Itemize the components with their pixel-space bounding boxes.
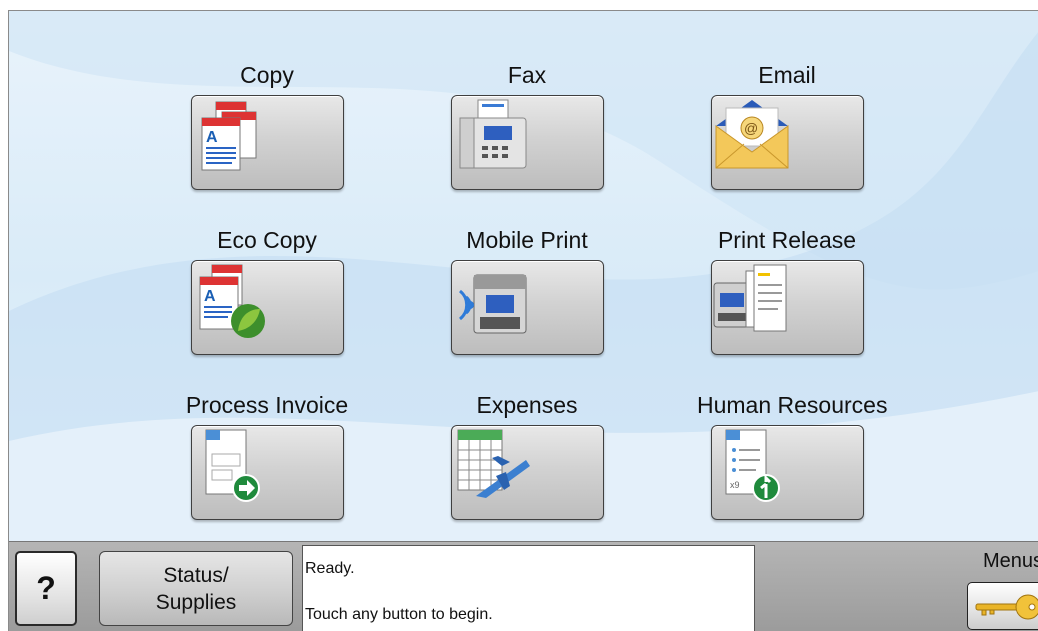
status-supplies-label-line2: Supplies [155, 590, 237, 614]
expenses-icon [457, 429, 530, 498]
print-release-button[interactable] [710, 260, 864, 355]
email-icon: @ [715, 100, 788, 169]
app-label-email: Email [758, 62, 816, 88]
status-message-ready: Ready. [305, 560, 355, 577]
process-invoice-icon [205, 429, 260, 502]
printer-home-screen: Copy A Fax Email @ Eco Copy A Mobile Pri… [8, 10, 1038, 631]
eco-copy-icon: A [199, 264, 265, 338]
app-label-eco-copy: Eco Copy [217, 227, 317, 253]
email-button[interactable]: @ [710, 95, 864, 190]
eco-copy-button[interactable]: A [190, 260, 344, 355]
mobile-print-icon [458, 274, 526, 334]
expenses-button[interactable] [450, 425, 604, 520]
bottom-bar: ? Status/ Supplies Ready. Touch any butt… [9, 541, 1038, 631]
app-label-print-release: Print Release [717, 227, 857, 253]
status-supplies-label-line1: Status/ [163, 563, 229, 587]
key-icon [975, 594, 1038, 620]
app-eco-copy: Eco Copy A [177, 226, 357, 355]
svg-text:A: A [204, 288, 216, 305]
fax-icon [459, 99, 526, 169]
app-label-fax: Fax [507, 62, 547, 88]
status-message-area: Ready. Touch any button to begin. [302, 545, 755, 631]
mobile-print-button[interactable] [450, 260, 604, 355]
human-resources-icon: x9 [725, 429, 780, 502]
svg-text:@: @ [744, 120, 758, 136]
app-copy: Copy A [177, 61, 357, 190]
menus-button[interactable] [967, 582, 1038, 630]
app-label-mobile-print: Mobile Print [466, 227, 588, 253]
menus-label: Menus [982, 550, 1038, 572]
app-mobile-print: Mobile Print [437, 226, 617, 355]
app-label-copy: Copy [240, 62, 294, 88]
app-expenses: Expenses [437, 391, 617, 520]
app-label-human-resources: Human Resources [697, 392, 888, 418]
app-email: Email @ [697, 61, 877, 190]
app-human-resources: Human Resources x9 [697, 391, 888, 520]
app-process-invoice: Process Invoice [177, 391, 357, 520]
app-label-process-invoice: Process Invoice [185, 392, 349, 418]
status-supplies-button[interactable]: Status/ Supplies [99, 551, 293, 626]
print-release-icon [713, 264, 786, 332]
app-print-release: Print Release [697, 226, 877, 355]
home-background: Copy A Fax Email @ Eco Copy A Mobile Pri… [9, 11, 1038, 541]
human-resources-button[interactable]: x9 [710, 425, 864, 520]
svg-text:x9: x9 [730, 480, 740, 490]
app-fax: Fax [437, 61, 617, 190]
copy-icon: A [201, 101, 256, 171]
svg-text:A: A [206, 129, 218, 146]
fax-button[interactable] [450, 95, 604, 190]
help-button[interactable]: ? [15, 551, 77, 626]
copy-button[interactable]: A [190, 95, 344, 190]
app-label-expenses: Expenses [476, 392, 578, 418]
process-invoice-button[interactable] [190, 425, 344, 520]
status-message-instruction: Touch any button to begin. [305, 606, 493, 623]
